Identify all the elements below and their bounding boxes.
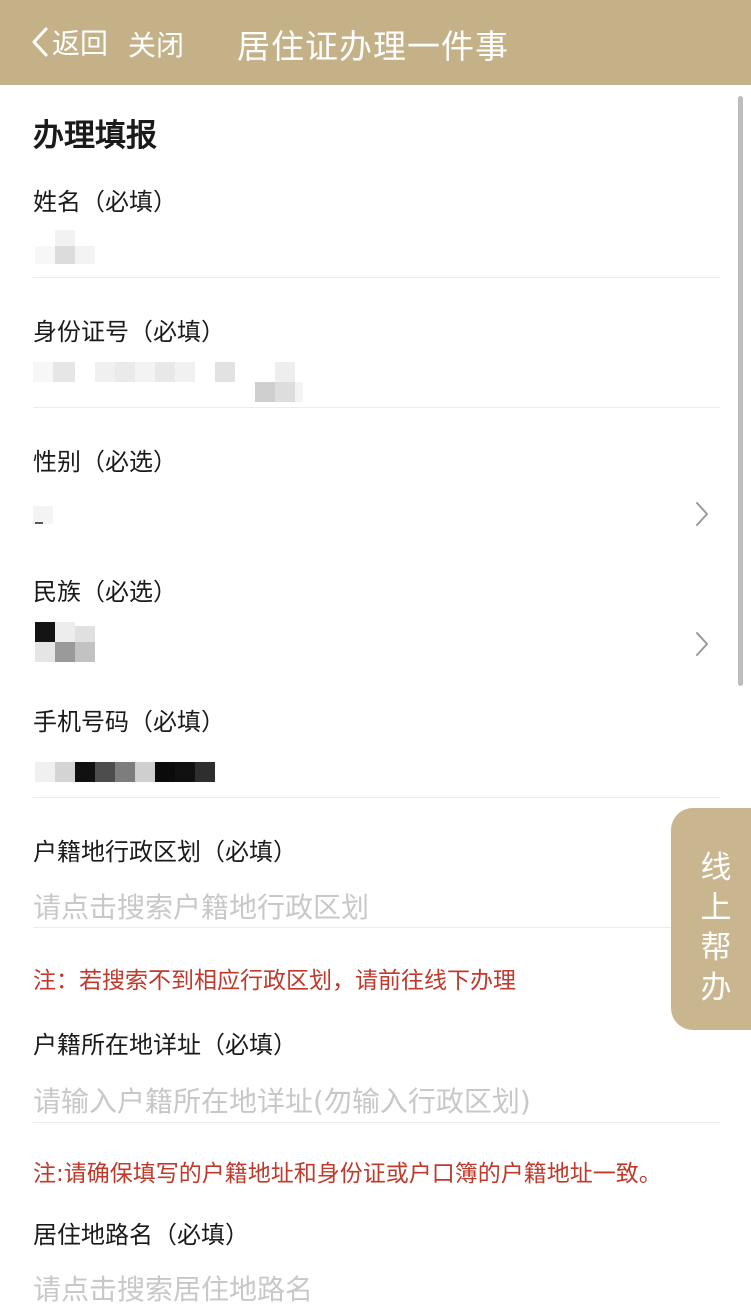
back-label: 返回 xyxy=(52,27,109,60)
residence-road-label: 居住地路名（必填） xyxy=(33,1221,249,1249)
ethnicity-select[interactable] xyxy=(33,620,633,666)
back-button[interactable]: 返回 xyxy=(30,22,108,62)
divider xyxy=(33,797,720,798)
divider xyxy=(33,927,720,928)
ethnicity-label: 民族（必选） xyxy=(33,578,177,606)
chevron-right-icon[interactable] xyxy=(693,500,711,528)
household-address-label: 户籍所在地详址（必填） xyxy=(33,1031,297,1059)
page-title: 居住证办理一件事 xyxy=(237,27,509,66)
household-region-input[interactable]: 请点击搜索户籍地行政区划 xyxy=(33,886,369,926)
residence-road-input[interactable]: 请点击搜索居住地路名 xyxy=(33,1268,313,1308)
phone-field[interactable] xyxy=(33,760,233,786)
gender-select[interactable] xyxy=(33,500,633,530)
close-button[interactable]: 关闭 xyxy=(128,24,184,64)
id-number-field[interactable] xyxy=(33,358,303,406)
phone-label: 手机号码（必填） xyxy=(33,708,225,736)
name-field[interactable] xyxy=(33,228,103,268)
household-region-note: 注：若搜索不到相应行政区划，请前往线下办理 xyxy=(33,968,516,994)
divider xyxy=(33,277,720,278)
name-label: 姓名（必填） xyxy=(33,188,177,216)
household-address-input[interactable]: 请输入户籍所在地详址(勿输入行政区划) xyxy=(33,1080,531,1120)
online-help-label: 线上帮办 xyxy=(700,850,732,1006)
chevron-left-icon xyxy=(32,27,48,57)
chevron-right-icon[interactable] xyxy=(693,630,711,658)
id-number-label: 身份证号（必填） xyxy=(33,318,225,346)
scrollbar[interactable] xyxy=(738,96,743,686)
household-address-note: 注:请确保填写的户籍地址和身份证或户口簿的户籍地址一致。 xyxy=(33,1161,662,1187)
top-nav-bar: 返回 关闭 居住证办理一件事 xyxy=(0,0,751,85)
gender-label: 性别（必选） xyxy=(33,448,177,476)
divider xyxy=(33,407,720,408)
online-help-button[interactable]: 线上帮办 xyxy=(671,808,751,1030)
household-region-label: 户籍地行政区划（必填） xyxy=(33,838,297,866)
divider xyxy=(33,1122,720,1123)
section-title: 办理填报 xyxy=(33,118,157,154)
